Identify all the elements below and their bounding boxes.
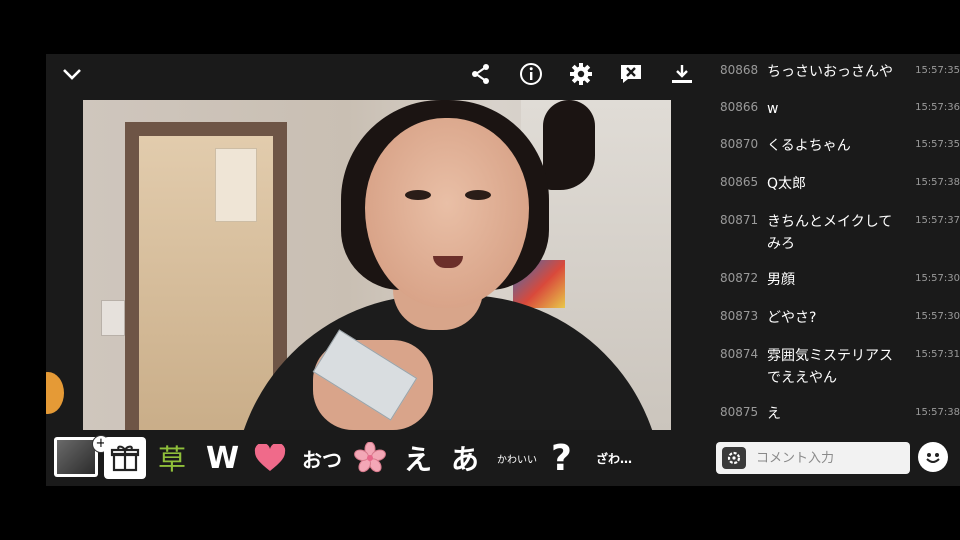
stamp-w[interactable]: W <box>206 440 239 476</box>
comment-number: 80872 <box>720 271 759 285</box>
settings-icon[interactable] <box>567 60 595 88</box>
streamer-ponytail <box>543 100 595 190</box>
comment-time: 15:57:38 <box>915 177 960 188</box>
gift-icon <box>110 445 140 472</box>
stamp-e[interactable]: え <box>404 440 432 476</box>
info-icon[interactable] <box>517 60 545 88</box>
comment-time: 15:57:35 <box>915 65 960 76</box>
comment-number: 80875 <box>720 405 759 419</box>
comment-mode-button[interactable] <box>722 447 746 469</box>
comment-time: 15:57:31 <box>915 349 960 360</box>
comment-text: え <box>767 406 781 422</box>
comment-input[interactable] <box>756 442 906 474</box>
comment-text: 雰囲気ミステリアスでええやん <box>767 348 893 386</box>
stamp-sakura[interactable] <box>354 440 386 476</box>
stamp-otsu[interactable]: おつ <box>302 440 342 476</box>
comment-number: 80873 <box>720 309 759 323</box>
chevron-down-icon[interactable] <box>58 60 86 88</box>
right-eye <box>465 190 491 200</box>
stamp-bar: + 草 W おつ え あ かわいい ? ざわ… <box>46 432 706 486</box>
air-conditioner <box>215 148 257 222</box>
comment-number: 80871 <box>720 213 759 227</box>
top-toolbar <box>46 54 706 94</box>
emoji-button[interactable] <box>918 442 948 472</box>
comment-number: 80868 <box>720 63 759 77</box>
stamp-kusa[interactable]: 草 <box>158 440 186 476</box>
sakura-icon <box>354 442 386 473</box>
comment-text: くるよちゃん <box>767 138 851 154</box>
comment-time: 15:57:30 <box>915 273 960 284</box>
heart-icon <box>254 444 286 471</box>
comment-bar <box>716 442 910 474</box>
stamp-kawaii[interactable]: かわいい <box>497 440 537 476</box>
comment-time: 15:57:35 <box>915 139 960 150</box>
comment-time: 15:57:36 <box>915 102 960 113</box>
settings-small-icon <box>727 451 741 465</box>
comment-time: 15:57:30 <box>915 311 960 322</box>
orange-decoration <box>46 372 64 414</box>
comment-text: Q太郎 <box>767 176 807 192</box>
comment-text: ちっさいおっさんや <box>767 64 893 80</box>
stamp-zawa[interactable]: ざわ… <box>596 440 632 476</box>
share-icon[interactable] <box>467 60 495 88</box>
comment-list[interactable]: 80868 ちっさいおっさんや 15:57:35 80866 w 15:57:3… <box>712 54 960 434</box>
comment-time: 15:57:37 <box>915 215 960 226</box>
stamp-a[interactable]: あ <box>451 440 479 476</box>
stamp-heart[interactable] <box>254 440 286 476</box>
comment-close-icon[interactable] <box>617 60 645 88</box>
mouth <box>433 256 463 268</box>
comment-text: w <box>767 101 779 117</box>
comment-text: きちんとメイクしてみろ <box>767 214 893 252</box>
comment-number: 80874 <box>720 347 759 361</box>
comment-number: 80866 <box>720 100 759 114</box>
comment-text: どやさ? <box>767 310 817 326</box>
comment-time: 15:57:38 <box>915 407 960 418</box>
streamer-face <box>365 118 529 308</box>
wall-outlet <box>101 300 125 336</box>
left-eye <box>405 190 431 200</box>
stream-thumbnail <box>57 440 95 474</box>
stamp-question[interactable]: ? <box>551 438 572 479</box>
live-video[interactable] <box>83 100 671 430</box>
comment-number: 80865 <box>720 175 759 189</box>
comment-number: 80870 <box>720 137 759 151</box>
app-window: + 草 W おつ え あ かわいい ? ざわ… 80868 ちっさいおっさんや … <box>46 54 960 486</box>
smile-icon <box>921 445 945 469</box>
gift-button[interactable] <box>104 437 146 479</box>
download-icon[interactable] <box>668 60 696 88</box>
thumbnail-add-button[interactable]: + <box>54 435 110 477</box>
comment-text: 男顔 <box>767 272 795 288</box>
